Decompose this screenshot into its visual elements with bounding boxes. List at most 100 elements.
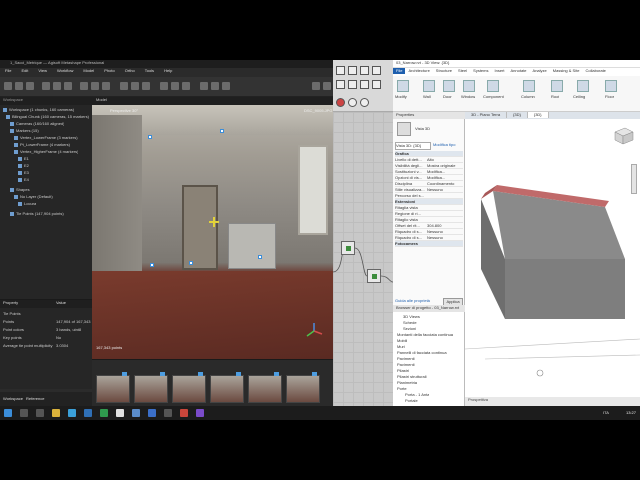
tree-item[interactable]: Cameras (160/160 aligned) — [10, 121, 64, 128]
sphere-icon[interactable] — [348, 98, 357, 107]
excel-icon[interactable] — [100, 409, 108, 417]
tree-item[interactable]: Bilingual Chunk (160 cameras, 15 markers… — [6, 114, 89, 121]
tab-file[interactable]: File — [393, 68, 406, 74]
screenshot-icon[interactable] — [312, 82, 320, 90]
tree-item[interactable]: Vertex_HigherFrame (4 markers) — [14, 149, 78, 156]
chrome-icon[interactable] — [116, 409, 124, 417]
ceiling-icon[interactable] — [577, 80, 589, 92]
task-view-icon[interactable] — [36, 409, 44, 417]
menu-ortho[interactable]: Ortho — [120, 68, 140, 74]
tree-item[interactable]: Workspace (1 chunks, 160 cameras) — [3, 107, 74, 114]
free-select-icon[interactable] — [102, 82, 110, 90]
tree-item[interactable]: Shapes — [10, 187, 30, 194]
grid-icon[interactable] — [211, 82, 219, 90]
tab-systems[interactable]: Systems — [470, 68, 491, 74]
menu-file[interactable]: File — [0, 68, 16, 74]
rotate-icon[interactable] — [53, 82, 61, 90]
grasshopper-canvas[interactable] — [333, 112, 393, 406]
zoom-icon[interactable] — [64, 82, 72, 90]
marker-point[interactable] — [189, 261, 193, 265]
tab-architecture[interactable]: Architecture — [405, 68, 432, 74]
metashape-icon[interactable] — [132, 409, 140, 417]
view-tab-active[interactable]: {3D} — [527, 112, 549, 118]
marker-point[interactable] — [148, 135, 152, 139]
texture-icon[interactable] — [182, 82, 190, 90]
camera-icon[interactable] — [200, 82, 208, 90]
photo-thumbnail[interactable] — [172, 375, 206, 403]
circle-select-icon[interactable] — [91, 82, 99, 90]
record-icon[interactable] — [336, 98, 345, 107]
view-tab[interactable]: 3D - Piano Terra — [465, 112, 508, 118]
edit-type-button[interactable]: Modifica tipo — [433, 142, 463, 148]
point-cloud-icon[interactable] — [160, 82, 168, 90]
tab-workspace[interactable]: Workspace — [3, 396, 23, 402]
tree-item[interactable]: E3 — [18, 170, 29, 177]
modify-icon[interactable] — [397, 80, 409, 92]
photo-viewport[interactable]: Perspective 30° DSC_9005.JPG 167,343 poi… — [92, 105, 333, 359]
menu-help[interactable]: Help — [159, 68, 177, 74]
menu-workflow[interactable]: Workflow — [52, 68, 78, 74]
component-icon[interactable] — [348, 66, 357, 75]
tree-item[interactable]: No Layer (Default) — [14, 194, 53, 201]
browser-item[interactable]: Portale — [405, 398, 418, 404]
component-icon[interactable] — [336, 66, 345, 75]
component-icon[interactable] — [372, 80, 381, 89]
edge-icon[interactable] — [68, 409, 76, 417]
revit-icon[interactable] — [148, 409, 156, 417]
file-explorer-icon[interactable] — [52, 409, 60, 417]
gh-node[interactable] — [341, 241, 355, 255]
taskbar-clock[interactable]: 13:27 — [626, 410, 636, 416]
reset-view-icon[interactable] — [222, 82, 230, 90]
view-tab[interactable]: {3D} — [507, 112, 528, 118]
component-icon[interactable] — [487, 80, 499, 92]
photo-thumbnail[interactable] — [210, 375, 244, 403]
rectangle-select-icon[interactable] — [80, 82, 88, 90]
view-selector[interactable]: Vista 3D: {3D} — [395, 142, 431, 150]
tab-reference[interactable]: Reference — [26, 396, 44, 402]
tree-item[interactable]: Locura — [18, 201, 36, 208]
wall-icon[interactable] — [423, 80, 435, 92]
language-indicator[interactable]: ITA — [603, 410, 609, 416]
gh-node[interactable] — [367, 269, 381, 283]
door-icon[interactable] — [443, 80, 455, 92]
sphere-icon[interactable] — [360, 98, 369, 107]
photo-thumbnail[interactable] — [248, 375, 282, 403]
tab-collaborate[interactable]: Collaborate — [582, 68, 608, 74]
component-icon[interactable] — [348, 80, 357, 89]
menu-photo[interactable]: Photo — [99, 68, 119, 74]
component-icon[interactable] — [336, 80, 345, 89]
3d-model[interactable] — [465, 119, 640, 397]
column-icon[interactable] — [523, 80, 535, 92]
menu-model[interactable]: Model — [78, 68, 99, 74]
photo-thumbnail[interactable] — [134, 375, 168, 403]
component-icon[interactable] — [360, 66, 369, 75]
tab-massing[interactable]: Massing & Site — [550, 68, 583, 74]
save-icon[interactable] — [26, 82, 34, 90]
settings-icon[interactable] — [323, 82, 331, 90]
ruler-icon[interactable] — [120, 82, 128, 90]
model-view[interactable]: Model Perspective 30° DSC_9005.JPG 167,3… — [92, 97, 333, 359]
windows-start-icon[interactable] — [4, 409, 12, 417]
navigation-icon[interactable] — [42, 82, 50, 90]
delete-icon[interactable] — [142, 82, 150, 90]
tree-item[interactable]: E1 — [18, 156, 29, 163]
tree-item[interactable]: E4 — [18, 177, 29, 184]
tab-structure[interactable]: Structure — [433, 68, 455, 74]
open-icon[interactable] — [15, 82, 23, 90]
window-icon[interactable] — [463, 80, 475, 92]
component-icon[interactable] — [360, 80, 369, 89]
marker-point[interactable] — [150, 263, 154, 267]
mesh-icon[interactable] — [171, 82, 179, 90]
rhino-icon[interactable] — [164, 409, 172, 417]
roof-icon[interactable] — [551, 80, 563, 92]
component-icon[interactable] — [372, 66, 381, 75]
app-icon[interactable] — [180, 409, 188, 417]
crop-icon[interactable] — [131, 82, 139, 90]
word-icon[interactable] — [84, 409, 92, 417]
photo-thumbnail[interactable] — [96, 375, 130, 403]
menu-edit[interactable]: Edit — [16, 68, 33, 74]
marker-point[interactable] — [220, 129, 224, 133]
marker-point[interactable] — [258, 255, 262, 259]
tree-item[interactable]: Pt_LowerFrame (4 markers) — [14, 142, 70, 149]
menu-view[interactable]: View — [33, 68, 52, 74]
